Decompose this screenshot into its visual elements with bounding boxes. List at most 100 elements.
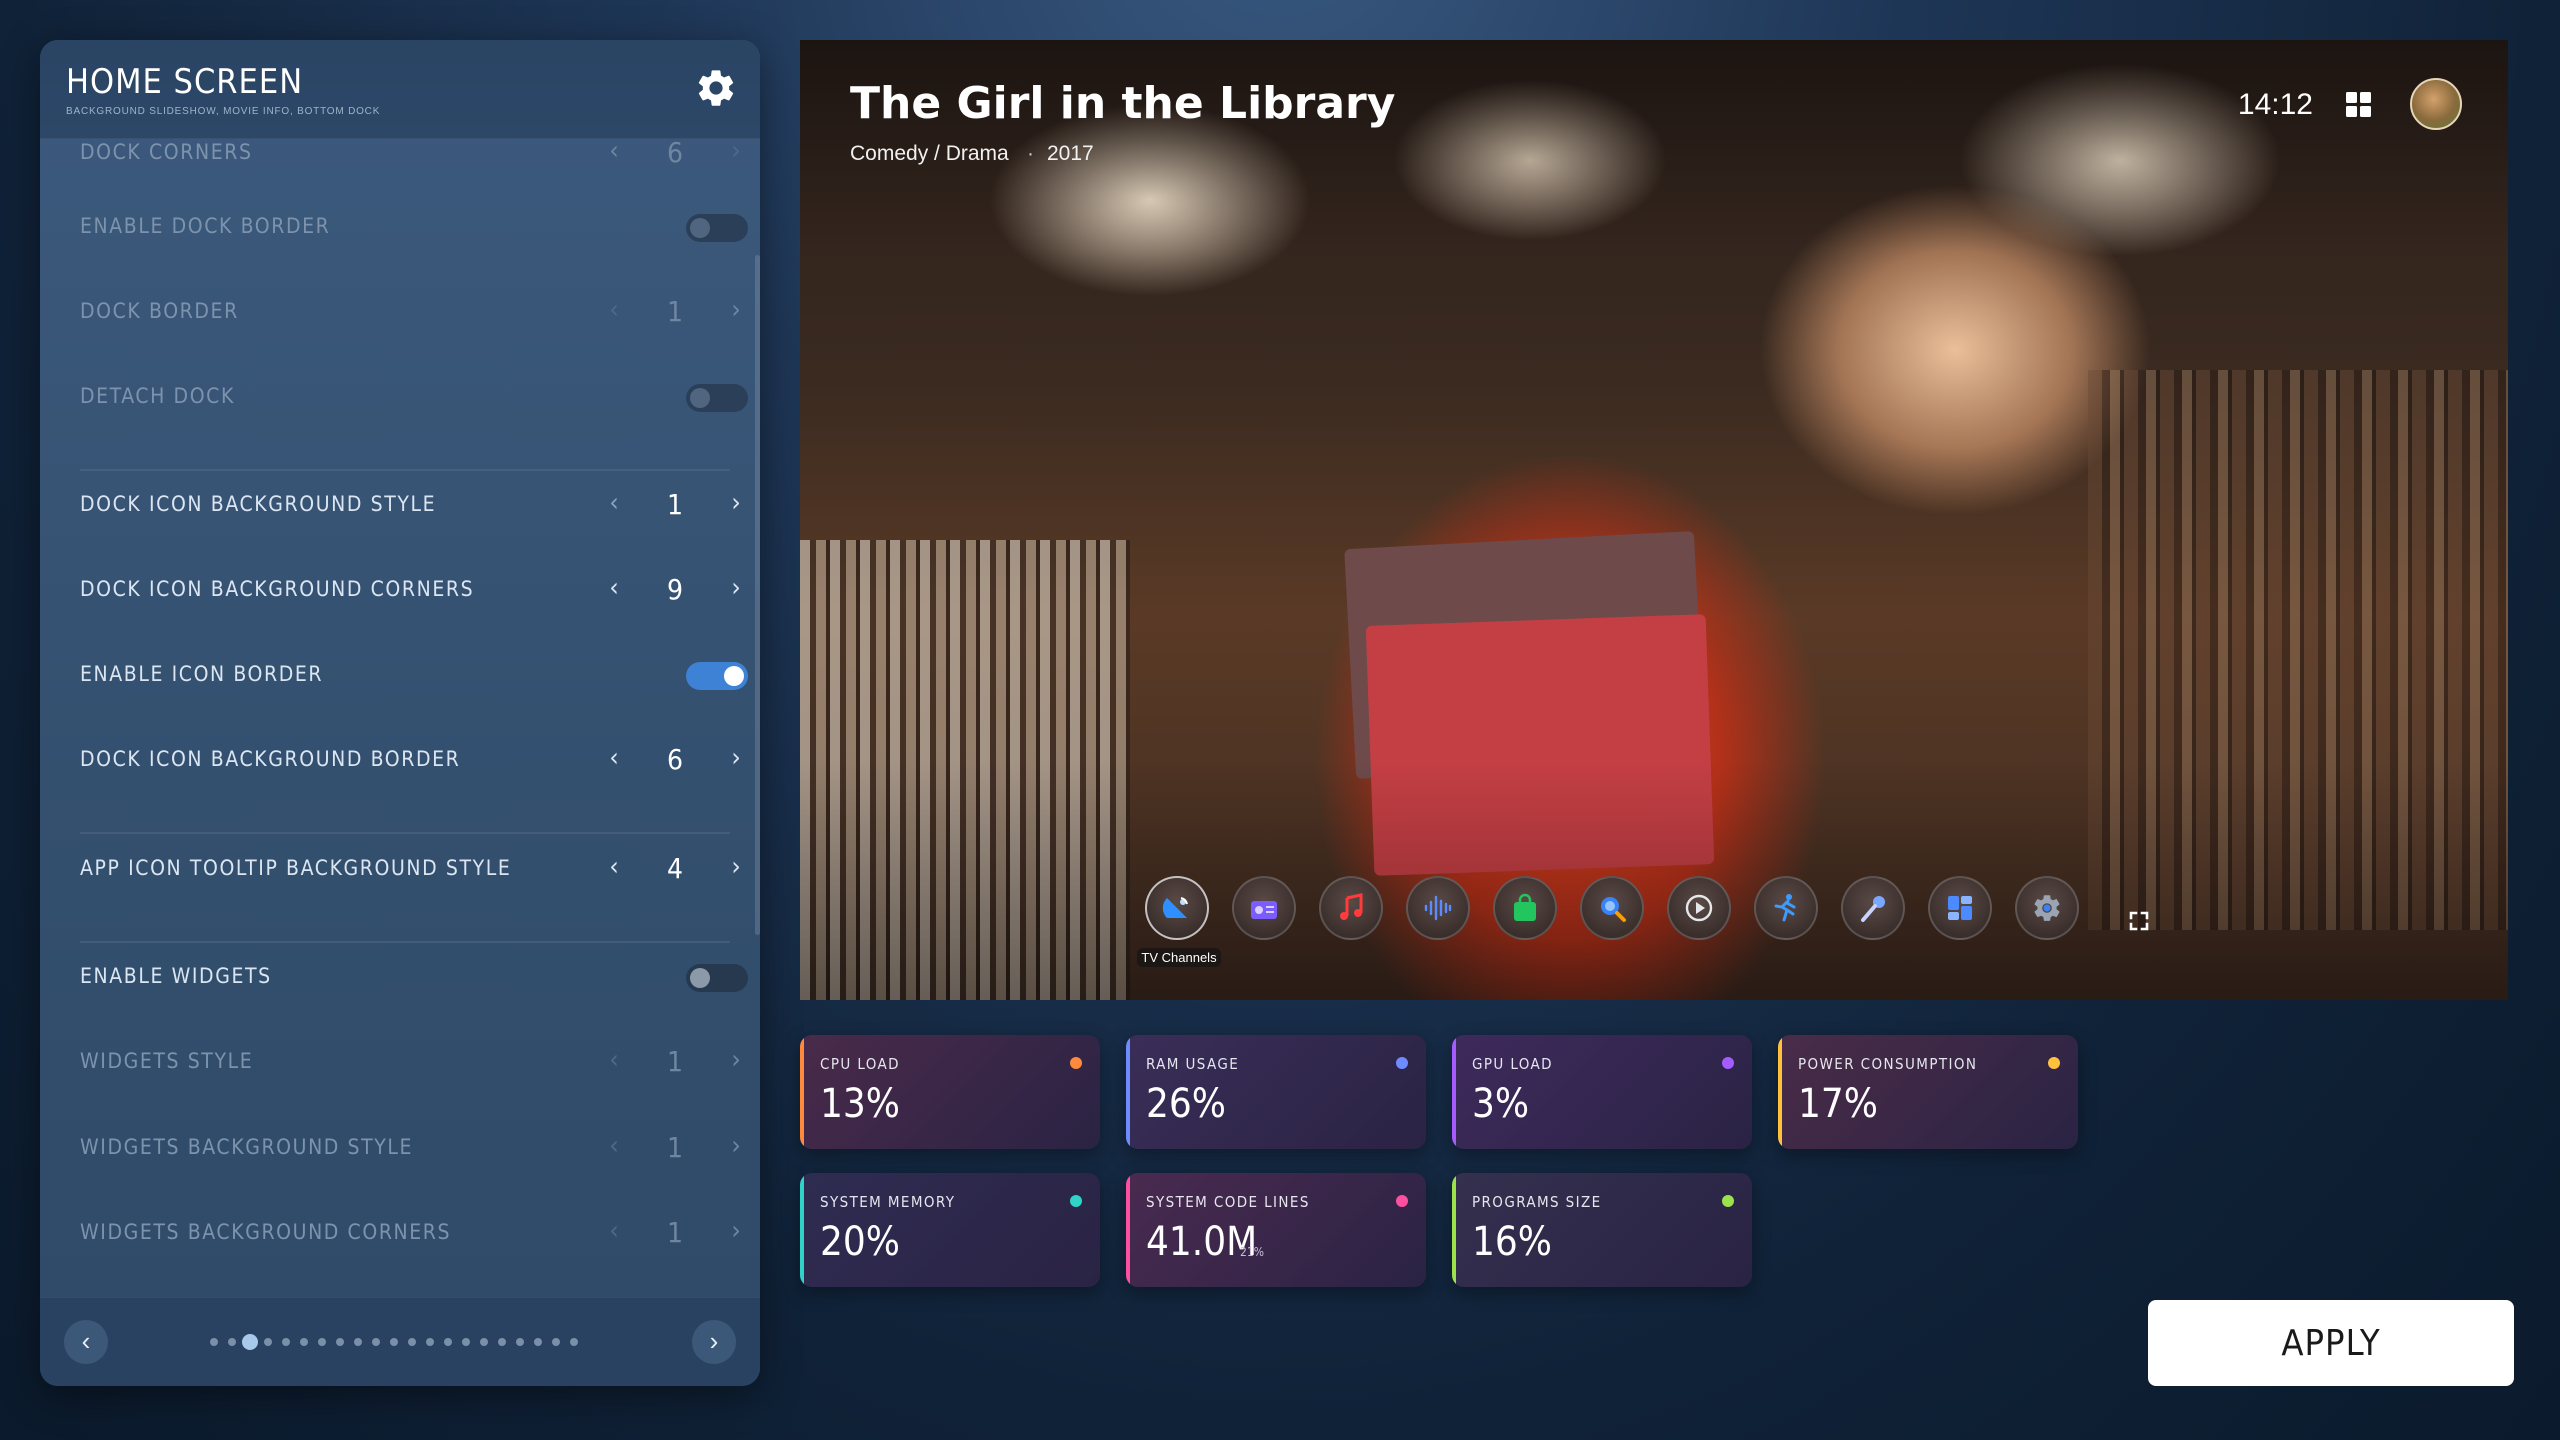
toggle-knob <box>690 218 710 238</box>
chevron-right-icon[interactable]: › <box>722 852 750 884</box>
apps-grid-icon[interactable] <box>2346 92 2372 118</box>
chevron-left-icon[interactable]: ‹ <box>600 1216 628 1248</box>
page-dot[interactable] <box>498 1338 506 1346</box>
dock-app-audio[interactable] <box>1406 876 1470 940</box>
page-dot[interactable] <box>318 1338 326 1346</box>
page-dot[interactable] <box>242 1334 258 1350</box>
dock-app-fitness[interactable] <box>1754 876 1818 940</box>
settings-gear-icon <box>2034 895 2060 921</box>
row-dock-icon-background-corners[interactable]: DOCK ICON BACKGROUND CORNERS ‹ 9 › <box>80 559 750 619</box>
chevron-left-icon[interactable]: ‹ <box>600 1045 628 1077</box>
row-widgets-background-corners[interactable]: WIDGETS BACKGROUND CORNERS ‹ 1 › <box>80 1202 750 1262</box>
dock-app-music[interactable] <box>1319 876 1383 940</box>
chevron-left-icon[interactable]: ‹ <box>600 852 628 884</box>
prev-page-button[interactable]: ‹ <box>64 1320 108 1364</box>
movie-title: The Girl in the Library <box>850 78 1396 129</box>
toggle-switch[interactable] <box>686 384 748 412</box>
chevron-right-icon[interactable]: › <box>722 743 750 775</box>
row-dock-border[interactable]: DOCK BORDER ‹ 1 › <box>80 281 750 341</box>
row-dock-icon-background-style[interactable]: DOCK ICON BACKGROUND STYLE ‹ 1 › <box>80 474 750 534</box>
toggle-switch[interactable] <box>686 964 748 992</box>
row-widgets-background-style[interactable]: WIDGETS BACKGROUND STYLE ‹ 1 › <box>80 1117 750 1177</box>
chevron-right-icon[interactable]: › <box>722 1216 750 1248</box>
row-label: DOCK ICON BACKGROUND STYLE <box>80 492 437 516</box>
value-stepper: ‹ 1 › <box>600 1041 750 1081</box>
dock-app-store[interactable] <box>1493 876 1557 940</box>
stepper-value: 9 <box>666 573 684 606</box>
row-dock-corners[interactable]: DOCK CORNERS ‹ 6 › <box>80 122 750 182</box>
toggle-switch[interactable] <box>686 662 748 690</box>
stat-value: 20% <box>820 1219 900 1265</box>
apply-button[interactable]: APPLY <box>2148 1300 2514 1386</box>
page-dot[interactable] <box>264 1338 272 1346</box>
page-dot[interactable] <box>372 1338 380 1346</box>
chevron-right-icon[interactable]: › <box>722 1131 750 1163</box>
row-label: APP ICON TOOLTIP BACKGROUND STYLE <box>80 856 512 880</box>
dock-app-player[interactable] <box>1667 876 1731 940</box>
gear-icon[interactable] <box>694 66 738 110</box>
status-dot <box>1396 1195 1408 1207</box>
page-dot[interactable] <box>552 1338 560 1346</box>
row-enable-icon-border[interactable]: ENABLE ICON BORDER <box>80 644 750 704</box>
stat-value: 13% <box>820 1081 900 1127</box>
stat-subvalue: 21% <box>1240 1245 1264 1259</box>
row-app-icon-tooltip-background-style[interactable]: APP ICON TOOLTIP BACKGROUND STYLE ‹ 4 › <box>80 838 750 898</box>
value-stepper: ‹ 6 › <box>600 739 750 779</box>
chevron-right-icon[interactable]: › <box>722 1045 750 1077</box>
chevron-right-icon[interactable]: › <box>722 573 750 605</box>
fullscreen-icon[interactable] <box>2122 904 2156 938</box>
value-stepper: ‹ 4 › <box>600 848 750 888</box>
divider <box>80 832 730 834</box>
page-dot[interactable] <box>516 1338 524 1346</box>
page-dot[interactable] <box>282 1338 290 1346</box>
page-dot[interactable] <box>210 1338 218 1346</box>
page-dot[interactable] <box>462 1338 470 1346</box>
page-dot[interactable] <box>390 1338 398 1346</box>
value-stepper: ‹ 1 › <box>600 484 750 524</box>
chevron-left-icon[interactable]: ‹ <box>600 488 628 520</box>
scrollbar[interactable] <box>755 255 760 935</box>
page-dot[interactable] <box>354 1338 362 1346</box>
chevron-left-icon[interactable]: ‹ <box>600 573 628 605</box>
chevron-left-icon[interactable]: ‹ <box>600 295 628 327</box>
page-dot[interactable] <box>408 1338 416 1346</box>
stat-value: 3% <box>1472 1081 1530 1127</box>
chevron-right-icon[interactable]: › <box>722 295 750 327</box>
chevron-right-icon[interactable]: › <box>722 136 750 168</box>
page-dot[interactable] <box>336 1338 344 1346</box>
page-dot[interactable] <box>480 1338 488 1346</box>
row-enable-widgets[interactable]: ENABLE WIDGETS <box>80 946 750 1006</box>
chevron-left-icon[interactable]: ‹ <box>600 743 628 775</box>
toggle-knob <box>724 666 744 686</box>
dock-app-karaoke[interactable] <box>1841 876 1905 940</box>
chevron-left-icon[interactable]: ‹ <box>600 1131 628 1163</box>
card-accent <box>1126 1173 1130 1287</box>
page-dot[interactable] <box>570 1338 578 1346</box>
page-dot[interactable] <box>426 1338 434 1346</box>
row-widgets-style[interactable]: WIDGETS STYLE ‹ 1 › <box>80 1031 750 1091</box>
page-dot[interactable] <box>444 1338 452 1346</box>
toggle-knob <box>690 968 710 988</box>
dock-app-search[interactable] <box>1580 876 1644 940</box>
dock-app-settings[interactable] <box>2015 876 2079 940</box>
dock-app-radio[interactable] <box>1232 876 1296 940</box>
row-label: DOCK ICON BACKGROUND BORDER <box>80 747 461 771</box>
row-detach-dock[interactable]: DETACH DOCK <box>80 366 750 426</box>
value-stepper: ‹ 9 › <box>600 569 750 609</box>
toggle-switch[interactable] <box>686 214 748 242</box>
panel-subtitle: BACKGROUND SLIDESHOW, MOVIE INFO, BOTTOM… <box>66 106 381 117</box>
movie-genre: Comedy / Drama <box>850 142 1009 165</box>
row-enable-dock-border[interactable]: ENABLE DOCK BORDER <box>80 196 750 256</box>
avatar[interactable] <box>2410 78 2462 130</box>
page-dot[interactable] <box>300 1338 308 1346</box>
page-dot[interactable] <box>228 1338 236 1346</box>
chevron-right-icon[interactable]: › <box>722 488 750 520</box>
row-dock-icon-background-border[interactable]: DOCK ICON BACKGROUND BORDER ‹ 6 › <box>80 729 750 789</box>
dock-app-dashboard[interactable] <box>1928 876 1992 940</box>
page-dot[interactable] <box>534 1338 542 1346</box>
next-page-button[interactable]: › <box>692 1320 736 1364</box>
dock-app-tv-channels[interactable]: TV Channels <box>1137 876 1221 967</box>
chevron-left-icon[interactable]: ‹ <box>600 136 628 168</box>
row-label: ENABLE WIDGETS <box>80 964 272 988</box>
value-stepper: ‹ 1 › <box>600 1212 750 1252</box>
